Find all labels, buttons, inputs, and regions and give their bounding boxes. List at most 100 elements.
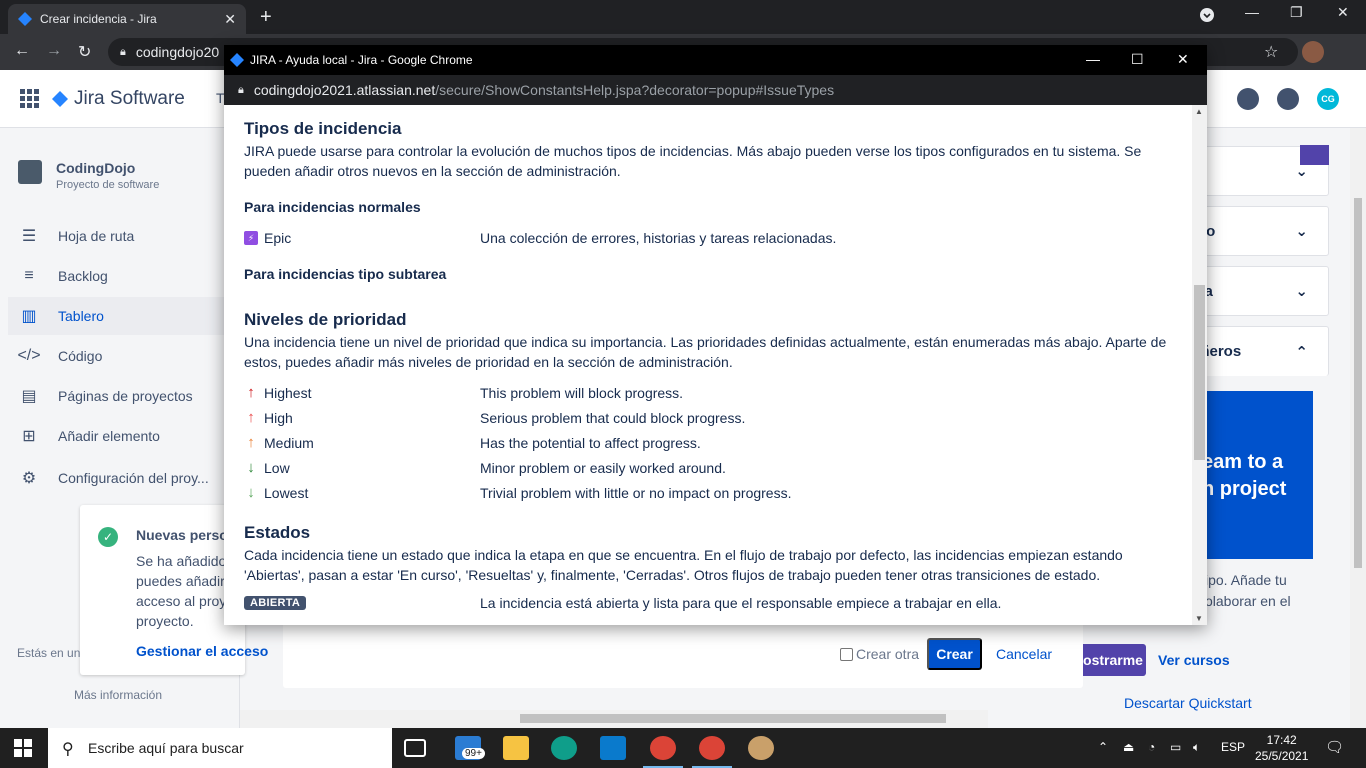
back-icon[interactable]: ←	[14, 42, 30, 60]
sidebar-item-board[interactable]: ▥ Tablero	[8, 297, 240, 335]
clock-time: 17:42	[1266, 733, 1297, 747]
maximize-icon[interactable]: ❐	[1290, 4, 1303, 21]
backlog-icon: ≡	[24, 267, 34, 284]
close-window-icon[interactable]: ✕	[1177, 51, 1189, 68]
chrome-icon[interactable]	[699, 736, 725, 760]
bookmark-star-icon[interactable]: ☆	[1264, 42, 1278, 62]
tray-expand-icon[interactable]: ⌃	[1098, 740, 1108, 754]
priority-description: Una incidencia tiene un nivel de priorid…	[244, 334, 1167, 370]
tab-search-icon[interactable]	[1200, 8, 1214, 25]
arrow-down-icon: ↓	[247, 459, 255, 476]
checkbox-box[interactable]	[840, 647, 853, 661]
jira-favicon-icon	[230, 53, 244, 67]
popup-titlebar: JIRA - Ayuda local - Jira - Google Chrom…	[224, 45, 1207, 75]
sidebar-item-settings[interactable]: ⚙ Configuración del proy...	[8, 459, 240, 497]
settings-icon: ⚙	[21, 470, 37, 487]
view-courses-link[interactable]: Ver cursos	[1158, 652, 1230, 668]
windows-start-icon[interactable]	[14, 739, 32, 757]
promo-text: ipo. Añade tu olaborar en el	[1205, 570, 1291, 612]
file-explorer-icon[interactable]	[503, 736, 529, 760]
sidebar-item-pages[interactable]: ▤ Páginas de proyectos	[8, 377, 240, 415]
access-notification: ✓ Nuevas perso Se ha añadido puedes añad…	[80, 505, 268, 675]
vscode-icon[interactable]	[600, 736, 626, 760]
taskbar-search[interactable]: ⚲ Escribe aquí para buscar	[48, 728, 392, 768]
sidebar-item-code[interactable]: </> Código	[8, 337, 240, 375]
popup-scrollbar[interactable]: ▲ ▼	[1192, 105, 1207, 625]
edge-icon[interactable]	[551, 736, 577, 760]
priority-row: ↑ Medium Has the potential to affect prog…	[244, 430, 1172, 455]
jira-favicon-icon	[18, 12, 32, 26]
profile-avatar-icon[interactable]	[1302, 41, 1324, 63]
scroll-down-icon[interactable]: ▼	[1195, 614, 1203, 623]
promo-text-line: ipo. Añade tu	[1205, 572, 1287, 588]
sidebar-item-label: Código	[58, 348, 103, 364]
jira-product-name: Jira Software	[74, 88, 185, 109]
help-popup-window: JIRA - Ayuda local - Jira - Google Chrom…	[224, 45, 1207, 625]
jira-logo[interactable]: Jira Software	[52, 88, 185, 110]
sidebar-item-roadmap[interactable]: ☰ Hoja de ruta	[8, 217, 240, 255]
create-button[interactable]: Crear	[927, 638, 982, 670]
battery-icon[interactable]: ▭	[1170, 740, 1181, 754]
priority-desc: Minor problem or easily worked around.	[480, 459, 726, 476]
scrollbar-thumb[interactable]	[1354, 198, 1362, 568]
priority-desc: This problem will block progress.	[480, 384, 684, 401]
settings-gear-icon[interactable]	[1277, 88, 1299, 110]
scroll-up-icon[interactable]: ▲	[1195, 107, 1203, 116]
priority-desc: Has the potential to affect progress.	[480, 434, 701, 451]
project-header[interactable]: CodingDojo Proyecto de software	[18, 160, 159, 191]
maximize-icon[interactable]: ☐	[1131, 51, 1144, 68]
project-type: Proyecto de software	[56, 179, 160, 191]
new-tab-button[interactable]: +	[260, 6, 272, 29]
language-indicator[interactable]: ESP	[1221, 740, 1245, 754]
browser-tab[interactable]: Crear incidencia - Jira ✕	[8, 4, 246, 34]
scrollbar-thumb[interactable]	[1194, 285, 1205, 460]
user-avatar[interactable]: CG	[1317, 88, 1339, 110]
help-icon[interactable]	[1237, 88, 1259, 110]
sidebar-item-backlog[interactable]: ≡ Backlog	[8, 257, 240, 295]
paint-icon[interactable]	[748, 736, 774, 760]
issue-type-name: Epic	[264, 229, 292, 246]
minimize-icon[interactable]: —	[1086, 51, 1100, 67]
sidebar-item-label: Páginas de proyectos	[58, 388, 193, 404]
create-another-checkbox[interactable]: Crear otra	[840, 646, 919, 662]
discard-quickstart-link[interactable]: Descartar Quickstart	[1124, 695, 1252, 711]
reload-icon[interactable]: ↻	[78, 42, 91, 62]
minimize-icon[interactable]: —	[1245, 4, 1259, 20]
wifi-icon[interactable]: ◔	[1148, 740, 1155, 754]
epic-icon: ⚡	[244, 230, 258, 245]
manage-access-link[interactable]: Gestionar el acceso	[136, 643, 268, 659]
usb-icon[interactable]: ⏏	[1123, 740, 1134, 754]
normal-issues-heading: Para incidencias normales	[244, 199, 421, 215]
cancel-button[interactable]: Cancelar	[996, 646, 1052, 662]
status-lozenge: ABIERTA	[244, 595, 307, 610]
page-scrollbar[interactable]	[1350, 128, 1366, 728]
promo-banner: eam to a n project	[1190, 391, 1313, 559]
show-me-button[interactable]: ostrarme	[1080, 644, 1146, 676]
lock-icon: 🔒︎	[120, 45, 126, 58]
notifications-icon[interactable]: 🗨︎	[1325, 738, 1344, 756]
url-path: /secure/ShowConstantsHelp.jspa?decorator…	[435, 82, 835, 98]
priority-name: Low	[264, 459, 290, 476]
scrollbar-thumb[interactable]	[520, 714, 946, 723]
sidebar-item-add[interactable]: ⊞ Añadir elemento	[8, 417, 240, 455]
close-window-icon[interactable]: ✕	[1337, 4, 1349, 21]
subtask-heading: Para incidencias tipo subtarea	[244, 266, 447, 282]
status-heading: Estados	[244, 523, 311, 542]
sidebar-item-label: Añadir elemento	[58, 428, 160, 444]
forward-icon[interactable]: →	[46, 42, 62, 60]
url-host: codingdojo2021.atlassian.net	[253, 82, 436, 98]
board-horizontal-scrollbar[interactable]	[240, 710, 988, 728]
taskbar-clock[interactable]: 17:42 25/5/2021	[1255, 732, 1308, 764]
issue-types-heading: Tipos de incidencia	[244, 119, 402, 138]
chrome-icon[interactable]	[650, 736, 676, 760]
tab-title: Crear incidencia - Jira	[40, 12, 157, 26]
volume-icon[interactable]: 🔈︎	[1193, 740, 1200, 755]
app-switcher-icon[interactable]	[20, 89, 40, 109]
help-content: Tipos de incidencia JIRA puede usarse pa…	[224, 105, 1192, 625]
priority-name: High	[264, 409, 293, 426]
popup-address-bar[interactable]: 🔒︎ codingdojo2021.atlassian.net/secure/S…	[224, 75, 1207, 105]
tab-close-icon[interactable]: ✕	[224, 11, 236, 28]
task-view-icon[interactable]	[404, 739, 426, 757]
priority-desc: Serious problem that could block progres…	[480, 409, 746, 426]
more-info-link[interactable]: Más información	[74, 688, 162, 702]
